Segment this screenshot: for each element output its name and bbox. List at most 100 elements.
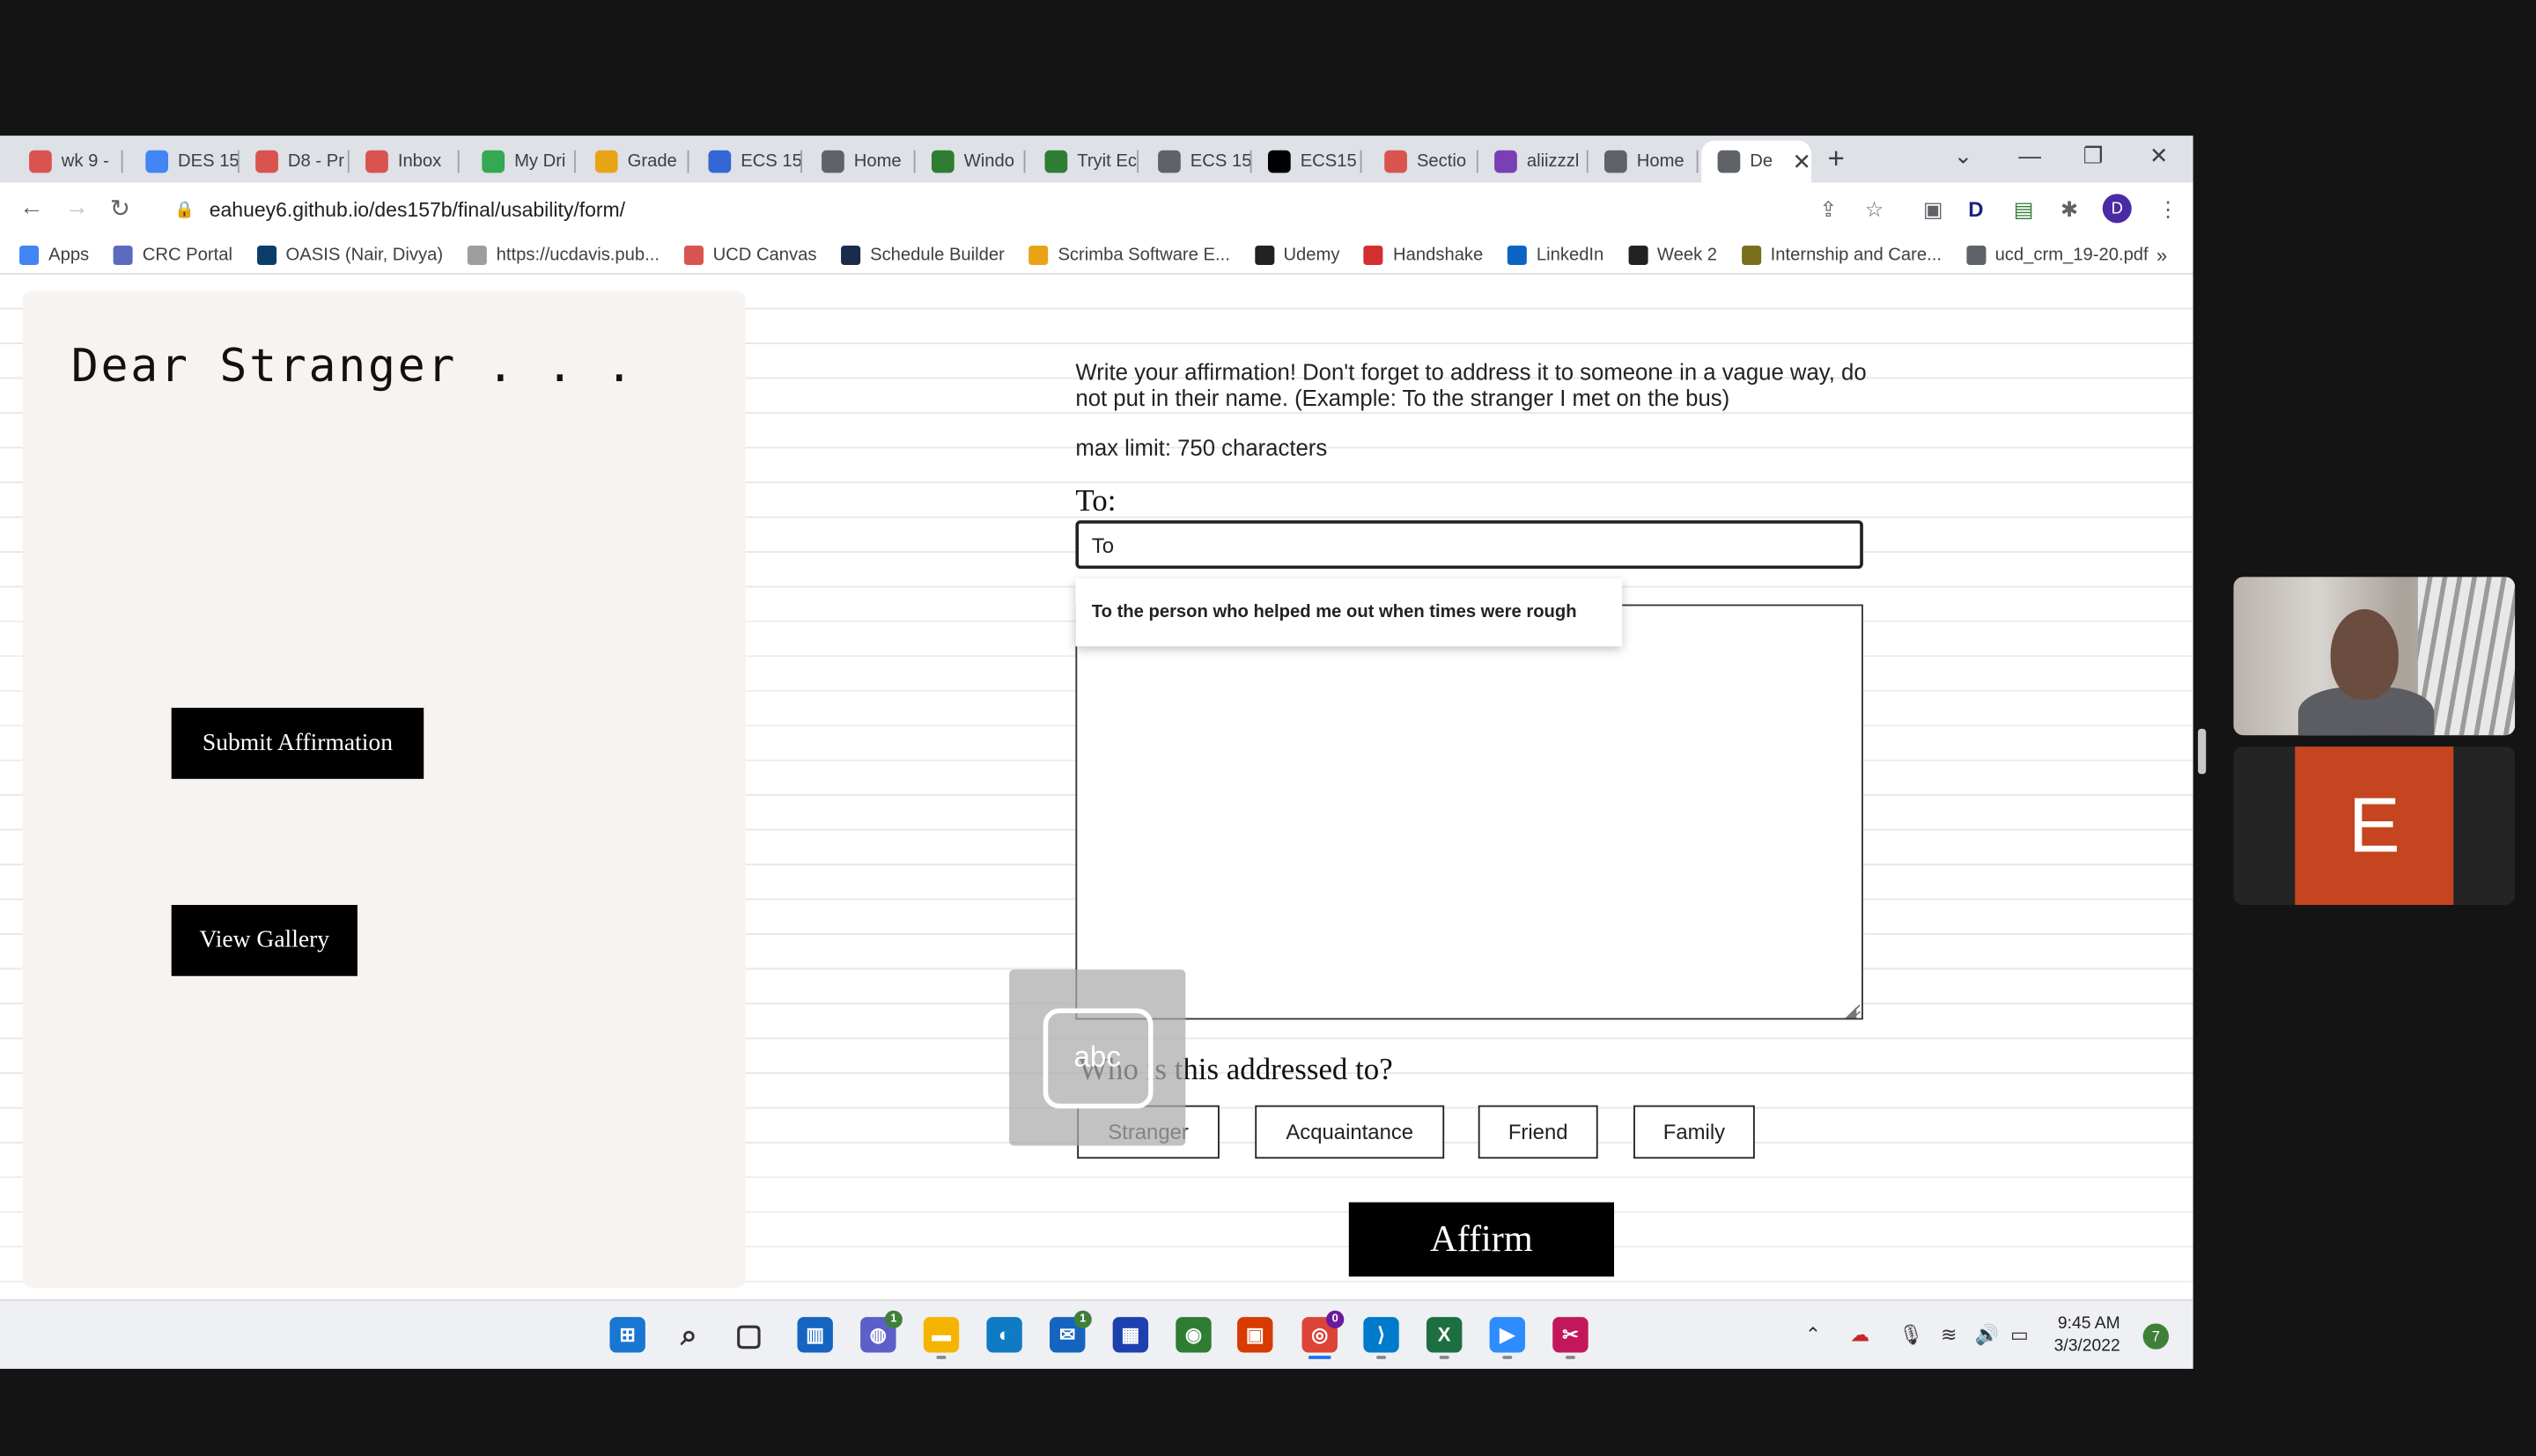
tab-title: D8 - Pr (287, 151, 344, 172)
browser-tab[interactable]: Windo (916, 141, 1026, 183)
tab-separator (687, 150, 689, 173)
excel-icon[interactable]: X (1426, 1317, 1463, 1353)
zoom-icon[interactable]: ▶ (1489, 1317, 1526, 1353)
tray-chevron-icon[interactable]: ⌃ (1805, 1323, 1821, 1346)
participant-video[interactable] (2233, 577, 2516, 736)
browser-tab[interactable]: aliizzzl (1478, 141, 1589, 183)
window-close-icon[interactable]: ✕ (2149, 143, 2169, 170)
view-gallery-button[interactable]: View Gallery (171, 904, 358, 976)
windows-start-icon[interactable]: ⊞ (609, 1317, 645, 1353)
tab-title: Home (853, 151, 902, 172)
search-icon[interactable]: ⌕ (671, 1317, 706, 1352)
app-green-icon[interactable]: ◉ (1176, 1317, 1212, 1353)
participant-tile[interactable]: E (2233, 746, 2516, 905)
vscode-icon[interactable]: ⟩ (1363, 1317, 1399, 1353)
browser-tab[interactable]: DES 15 (129, 141, 240, 183)
url-text: eahuey6.github.io/des157b/final/usabilit… (209, 198, 626, 222)
teams-chat-icon[interactable]: ◍ 1 (860, 1310, 903, 1353)
task-view-icon[interactable]: ▢ (731, 1317, 766, 1352)
reload-icon[interactable]: ↻ (110, 194, 130, 223)
category-friend-button[interactable]: Friend (1478, 1105, 1598, 1159)
edge-icon[interactable]: ◐ (986, 1317, 1022, 1353)
bookmark-item[interactable]: Week 2 (1627, 245, 1717, 265)
microphone-icon[interactable]: 🎙 (1898, 1323, 1923, 1346)
panel-scroll-indicator[interactable] (2198, 728, 2207, 775)
browser-tab[interactable]: Inbox (350, 141, 460, 183)
browser-tab[interactable]: Sectio (1368, 141, 1478, 183)
browser-tab[interactable]: Home (806, 141, 916, 183)
tab-favicon-icon (145, 150, 169, 173)
extensions-puzzle-icon[interactable]: ✱ (2060, 197, 2078, 223)
bookmark-item[interactable]: OASIS (Nair, Divya) (256, 245, 443, 265)
wifi-icon[interactable]: ≋ (1941, 1323, 1957, 1346)
bookmark-star-icon[interactable]: ☆ (1865, 197, 1884, 223)
resize-handle-icon[interactable]: ◢ (1846, 1004, 1857, 1021)
volume-icon[interactable]: 🔊 (1975, 1323, 1999, 1346)
share-icon[interactable]: ⇪ (1819, 197, 1837, 223)
back-icon[interactable]: ← (19, 194, 44, 221)
tab-favicon-icon (931, 150, 955, 173)
mail-icon[interactable]: ✉ 1 (1050, 1310, 1092, 1353)
tab-close-icon[interactable]: ✕ (1793, 148, 1812, 175)
profile-avatar[interactable]: D (2102, 194, 2132, 224)
bookmarks-overflow-icon[interactable]: » (2156, 244, 2167, 267)
browser-tab[interactable]: Home (1589, 141, 1699, 183)
bookmark-item[interactable]: Apps (19, 245, 89, 265)
new-tab-icon[interactable]: + (1827, 143, 1844, 177)
browser-tab[interactable]: wk 9 - (13, 141, 123, 183)
tab-title: ECS 15 (741, 151, 802, 172)
extension-green-icon[interactable]: ▤ (2014, 197, 2034, 223)
bookmark-item[interactable]: ucd_crm_19-20.pdf (1965, 245, 2149, 265)
affirmation-textarea[interactable] (1075, 604, 1863, 1020)
browser-tab[interactable]: My Dri (466, 141, 576, 183)
browser-tab[interactable]: D8 - Pr (240, 141, 350, 183)
category-acquaintance-button[interactable]: Acquaintance (1255, 1105, 1445, 1159)
tab-favicon-icon (1044, 150, 1068, 173)
forward-icon[interactable]: → (64, 194, 89, 221)
affirm-button[interactable]: Affirm (1348, 1202, 1615, 1277)
bookmark-item[interactable]: Handshake (1363, 245, 1483, 265)
minimize-icon[interactable]: — (2018, 143, 2041, 168)
widgets-icon[interactable]: ▥ (797, 1317, 833, 1353)
extension-icon[interactable]: ▣ (1923, 197, 1943, 223)
app-badge: 1 (1073, 1310, 1092, 1328)
menu-kebab-icon[interactable]: ⋮ (2157, 197, 2178, 223)
office-icon[interactable]: ▣ (1237, 1317, 1273, 1353)
system-clock[interactable]: 9:45 AM 3/3/2022 (2054, 1313, 2120, 1357)
browser-tab[interactable]: Grade (579, 141, 689, 183)
restore-icon[interactable]: ❐ (2083, 143, 2104, 170)
bookmark-item[interactable]: LinkedIn (1507, 245, 1603, 265)
extension-d-icon[interactable]: D (1968, 197, 1983, 222)
bookmark-item[interactable]: UCD Canvas (683, 245, 816, 265)
browser-tab[interactable]: De ✕ (1701, 140, 1812, 183)
bookmark-item[interactable]: Scrimba Software E... (1028, 245, 1230, 265)
bookmark-favicon-icon (256, 245, 276, 265)
running-indicator (936, 1356, 947, 1359)
tab-title: Home (1636, 151, 1685, 172)
to-input[interactable] (1075, 520, 1863, 570)
tab-title: Tryit Ec (1077, 151, 1137, 172)
bookmark-item[interactable]: CRC Portal (113, 245, 232, 265)
chrome-icon[interactable]: ◎ 0 (1301, 1310, 1345, 1353)
bookmark-item[interactable]: Internship and Care... (1741, 245, 1942, 265)
onedrive-icon[interactable]: ☁ (1850, 1323, 1869, 1346)
snipping-tool-icon[interactable]: ✂ (1552, 1317, 1589, 1353)
browser-tab[interactable]: ECS 15 (692, 141, 803, 183)
browser-tab[interactable]: Tryit Ec (1028, 141, 1139, 183)
category-family-button[interactable]: Family (1633, 1105, 1755, 1159)
browser-tab[interactable]: ECS15 (1252, 141, 1362, 183)
bookmark-item[interactable]: Schedule Builder (841, 245, 1005, 265)
file-explorer-icon[interactable]: ▬ (923, 1317, 960, 1353)
bookmark-label: Internship and Care... (1770, 245, 1942, 265)
submit-affirmation-button[interactable]: Submit Affirmation (171, 708, 424, 779)
browser-tab[interactable]: ECS 15 (1142, 141, 1252, 183)
store-icon[interactable]: ▦ (1112, 1317, 1149, 1353)
tab-search-icon[interactable]: ⌄ (1954, 143, 1973, 170)
notification-badge[interactable]: 7 (2142, 1323, 2170, 1349)
autocomplete-suggestion[interactable]: To the person who helped me out when tim… (1075, 578, 1623, 647)
tab-title: Inbox (397, 151, 442, 172)
bookmark-item[interactable]: https://ucdavis.pub... (467, 245, 660, 265)
bookmark-item[interactable]: Udemy (1254, 245, 1339, 265)
battery-icon[interactable]: ▭ (2010, 1323, 2029, 1346)
address-bar[interactable]: 🔒 eahuey6.github.io/des157b/final/usabil… (155, 188, 1911, 232)
